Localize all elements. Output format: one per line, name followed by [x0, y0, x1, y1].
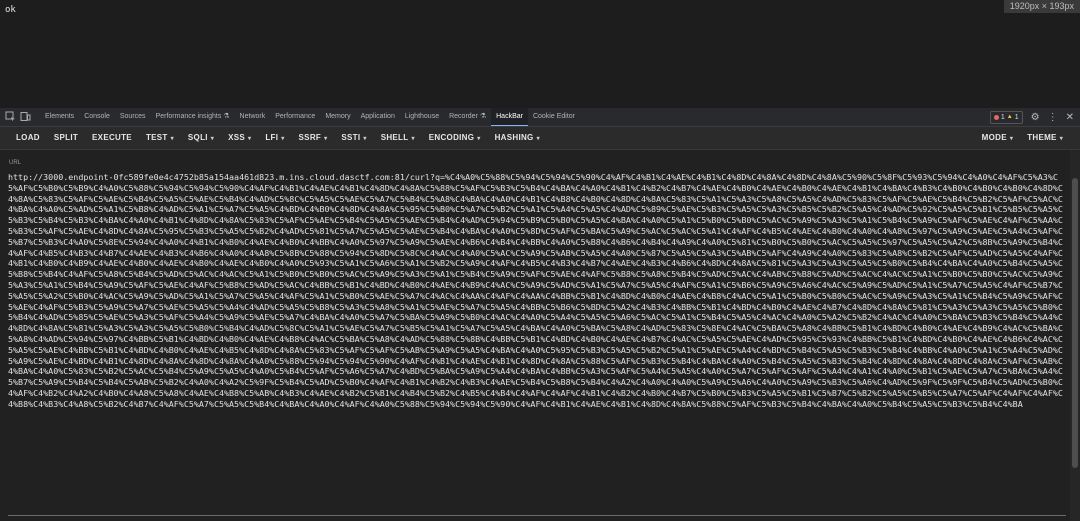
xss-button[interactable]: XSS ▾	[221, 127, 258, 149]
tab-sources[interactable]: Sources	[115, 108, 151, 126]
chevron-down-icon: ▾	[411, 136, 415, 142]
ssti-button[interactable]: SSTI ▾	[334, 127, 373, 149]
tab-hackbar[interactable]: HackBar	[491, 108, 528, 126]
hashing-button-label: HASHING	[494, 133, 534, 142]
chevron-down-icon: ▾	[536, 136, 540, 142]
url-input[interactable]: http://3000.endpoint-0fc589fe0e4c4752b85…	[8, 172, 1066, 513]
chevron-down-icon: ▾	[477, 136, 481, 142]
encoding-button[interactable]: ENCODING ▾	[422, 127, 488, 149]
sqli-button-label: SQLI	[187, 133, 208, 142]
tab-console[interactable]: Console	[79, 108, 115, 126]
tab-performance[interactable]: Performance	[270, 108, 320, 126]
tab-cookie-editor[interactable]: Cookie Editor	[528, 108, 580, 126]
chevron-down-icon: ▾	[324, 136, 328, 142]
mode-button-label: MODE	[981, 133, 1007, 142]
url-input-underline	[8, 515, 1066, 516]
tab-application[interactable]: Application	[356, 108, 400, 126]
mode-button[interactable]: MODE ▾	[975, 127, 1021, 149]
ssrf-button[interactable]: SSRF ▾	[292, 127, 335, 149]
scrollbar[interactable]	[1070, 150, 1080, 521]
chevron-down-icon: ▾	[363, 136, 367, 142]
warning-count: 1	[1014, 113, 1019, 121]
chevron-down-icon: ▾	[1059, 136, 1063, 142]
lfi-button-label: LFI	[265, 133, 279, 142]
hackbar-right-group: MODE ▾ THEME ▾	[975, 127, 1070, 149]
split-button[interactable]: SPLIT	[47, 127, 85, 149]
error-count: 1	[1000, 113, 1005, 121]
tab-network[interactable]: Network	[235, 108, 271, 126]
close-icon[interactable]: ✕	[1066, 112, 1074, 123]
gear-icon[interactable]: ⚙	[1031, 112, 1040, 123]
devtools-right-controls: 1 ▲ 1 ⚙ ⋮ ✕	[989, 108, 1080, 126]
hackbar-toolbar: LOAD SPLIT EXECUTE TEST ▾ SQLI ▾ XSS ▾ LFI ▾ SSRF ▾ S…	[0, 127, 1080, 150]
kebab-menu-icon[interactable]: ⋮	[1048, 112, 1058, 123]
chevron-down-icon: ▾	[1009, 136, 1014, 142]
page-body-text: ok	[5, 5, 16, 15]
execute-button-label: EXECUTE	[92, 133, 132, 142]
scrollbar-thumb[interactable]	[1072, 178, 1078, 468]
chevron-down-icon: ▾	[281, 136, 285, 142]
devtools-tabs: Elements Console Sources Performance insigh…	[40, 108, 580, 126]
tab-memory[interactable]: Memory	[320, 108, 355, 126]
shell-button-label: SHELL	[380, 133, 409, 142]
inspect-element-icon[interactable]	[5, 111, 16, 122]
devtools-tab-bar: Elements Console Sources Performance insigh…	[0, 108, 1080, 127]
load-button[interactable]: LOAD	[9, 127, 47, 149]
error-dot-icon	[993, 114, 999, 120]
hashing-button[interactable]: HASHING ▾	[488, 127, 547, 149]
load-button-label: LOAD	[16, 133, 40, 142]
xss-button-label: XSS	[228, 133, 246, 142]
sqli-button[interactable]: SQLI ▾	[181, 127, 221, 149]
theme-button[interactable]: THEME ▾	[1020, 127, 1070, 149]
url-label: URL	[9, 160, 22, 166]
tab-elements[interactable]: Elements	[40, 108, 79, 126]
lfi-button[interactable]: LFI ▾	[258, 127, 291, 149]
test-button[interactable]: TEST ▾	[139, 127, 181, 149]
encoding-button-label: ENCODING	[428, 133, 475, 142]
chevron-down-icon: ▾	[210, 136, 215, 142]
tab-lighthouse[interactable]: Lighthouse	[400, 108, 444, 126]
execute-button[interactable]: EXECUTE	[85, 127, 139, 149]
warning-triangle-icon: ▲	[1006, 113, 1013, 120]
test-button-label: TEST	[145, 133, 168, 142]
split-button-label: SPLIT	[53, 133, 79, 142]
tab-performance-insights[interactable]: Performance insights ⚗	[151, 108, 235, 126]
page-viewport: ok 1920px × 193px	[0, 0, 1080, 108]
issues-badge[interactable]: 1 ▲ 1	[989, 110, 1023, 124]
chevron-down-icon: ▾	[248, 136, 252, 142]
chevron-down-icon: ▾	[170, 136, 174, 142]
shell-button[interactable]: SHELL ▾	[374, 127, 422, 149]
dimension-badge: 1920px × 193px	[1003, 0, 1080, 13]
device-toolbar-icon[interactable]	[20, 111, 31, 122]
tab-recorder[interactable]: Recorder ⚗	[444, 108, 491, 126]
theme-button-label: THEME	[1027, 133, 1057, 142]
hackbar-left-group: LOAD SPLIT EXECUTE TEST ▾ SQLI ▾ XSS ▾ LFI ▾ SSRF ▾ S…	[9, 127, 547, 149]
ssti-button-label: SSTI	[341, 133, 361, 142]
ssrf-button-label: SSRF	[298, 133, 322, 142]
